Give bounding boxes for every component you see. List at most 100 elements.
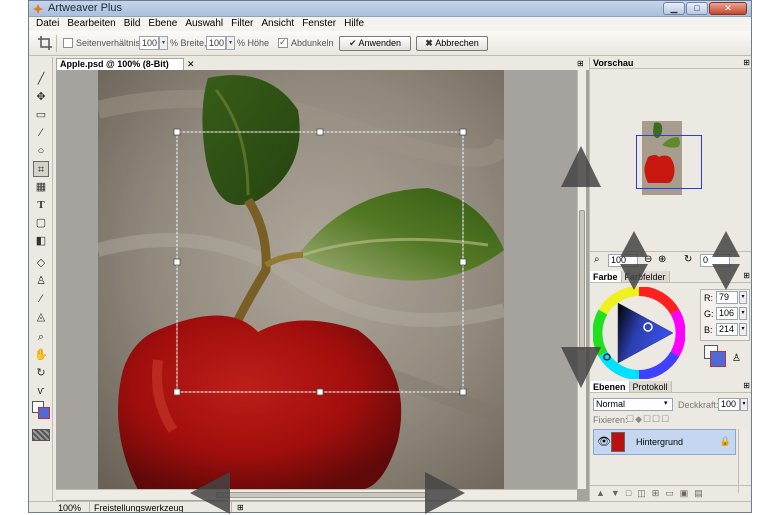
zoom-out-icon[interactable]: ⊖ bbox=[644, 254, 652, 265]
rect-select-tool-icon[interactable]: ▭ bbox=[33, 107, 49, 123]
hand-tool-icon[interactable]: ✋ bbox=[33, 347, 49, 363]
color-panel: Farbe Farbfelder ⊞ R: 79 ▾ G: 106 ▾ B: 2… bbox=[589, 271, 751, 381]
red-spin-icon[interactable]: ▾ bbox=[739, 291, 747, 304]
lock-options-icons[interactable]: ☐◆☐☐☐ bbox=[626, 414, 670, 425]
zoom-tool-icon[interactable]: ⌕ bbox=[33, 329, 49, 345]
stamp-color-icon[interactable]: ♙ bbox=[732, 353, 741, 364]
width-percent-input[interactable]: 100 bbox=[139, 36, 159, 50]
cancel-button[interactable]: ✖ Abbrechen bbox=[416, 36, 488, 51]
minimize-button[interactable]: ▁ bbox=[663, 2, 685, 15]
layer-name: Hintergrund bbox=[636, 437, 684, 447]
close-button[interactable]: ✕ bbox=[709, 2, 747, 15]
toolbox: ╱ ✥ ▭ ⁄ ○ ⌗ ▦ T ▢ ◧ ◇ ♙ ⁄ ◬ ⌕ ✋ ↻ ѵ bbox=[29, 57, 53, 501]
tab-ebenen[interactable]: Ebenen bbox=[590, 381, 630, 392]
tab-farbe[interactable]: Farbe bbox=[590, 271, 622, 282]
layers-panel-tabs: Ebenen Protokoll bbox=[590, 381, 751, 393]
preview-viewport-frame[interactable] bbox=[636, 135, 702, 189]
move-tool-icon[interactable]: ✥ bbox=[33, 89, 49, 105]
menu-filter[interactable]: Filter bbox=[227, 17, 257, 31]
blue-spin-icon[interactable]: ▾ bbox=[739, 323, 747, 336]
preview-zoom-input[interactable]: 100 bbox=[608, 254, 638, 267]
color-wheel[interactable] bbox=[593, 287, 685, 379]
opacity-input[interactable]: 100 bbox=[718, 398, 740, 411]
grid-tool-icon[interactable]: ▦ bbox=[33, 179, 49, 195]
menu-ebene[interactable]: Ebene bbox=[144, 17, 181, 31]
preview-panel: Vorschau ⊞ ⌕ 100 ⊖ ⊕ ↻ 0 bbox=[589, 57, 751, 271]
zoom-in-icon[interactable]: ⊕ bbox=[658, 254, 666, 265]
width-dropdown-icon[interactable]: ▾ bbox=[159, 36, 168, 50]
navigator-toggle-icon[interactable]: ⊞ bbox=[237, 502, 244, 512]
brush-tool-icon[interactable]: ╱ bbox=[33, 71, 49, 87]
text-tool-icon[interactable]: T bbox=[33, 197, 49, 213]
preview-panel-menu-icon[interactable]: ⊞ bbox=[743, 57, 750, 69]
menu-bar: Datei Bearbeiten Bild Ebene Auswahl Filt… bbox=[29, 17, 751, 31]
smudge-tool-icon[interactable]: ѵ bbox=[33, 383, 49, 399]
stamp-tool-icon[interactable]: ♙ bbox=[33, 273, 49, 289]
eyedropper-tool-icon[interactable]: ⁄ bbox=[33, 291, 49, 307]
height-percent-label: % Höhe bbox=[237, 38, 270, 48]
magic-wand-tool-icon[interactable]: ⁄ bbox=[33, 125, 49, 141]
layer-lock-icon: 🔒 bbox=[719, 436, 731, 446]
menu-bild[interactable]: Bild bbox=[120, 17, 145, 31]
texture-icon[interactable] bbox=[32, 429, 50, 441]
panel-foreground-swatch[interactable] bbox=[710, 351, 726, 367]
layer-action-icons[interactable]: ▲▼□◫⊞▭▣▤ bbox=[590, 485, 751, 501]
app-logo-icon bbox=[33, 4, 43, 14]
document-close-icon[interactable]: ✕ bbox=[187, 58, 195, 70]
preview-panel-header: Vorschau ⊞ bbox=[590, 57, 751, 69]
menu-ansicht[interactable]: Ansicht bbox=[257, 17, 298, 31]
layer-visibility-eye-icon[interactable]: 👁 bbox=[597, 435, 611, 448]
tab-farbfelder[interactable]: Farbfelder bbox=[621, 271, 670, 282]
vertical-scroll-thumb[interactable] bbox=[579, 210, 585, 350]
menu-bearbeiten[interactable]: Bearbeiten bbox=[63, 17, 119, 31]
x-icon: ✖ bbox=[425, 38, 436, 48]
layers-scrollbar[interactable] bbox=[738, 429, 747, 493]
blend-mode-select[interactable]: Normal bbox=[593, 398, 673, 411]
opacity-dropdown-icon[interactable]: ▾ bbox=[740, 398, 748, 411]
height-percent-input[interactable]: 100 bbox=[206, 36, 226, 50]
rotate-tool-icon[interactable]: ↻ bbox=[33, 365, 49, 381]
rotate-view-icon[interactable]: ↻ bbox=[684, 254, 692, 265]
maximize-button[interactable]: □ bbox=[686, 2, 708, 15]
tab-protokoll[interactable]: Protokoll bbox=[629, 381, 672, 392]
horizontal-scroll-thumb[interactable] bbox=[216, 492, 426, 498]
vertical-scrollbar[interactable] bbox=[577, 70, 586, 489]
menu-auswahl[interactable]: Auswahl bbox=[181, 17, 227, 31]
document-menu-icon[interactable]: ⊞ bbox=[577, 59, 584, 68]
color-panel-menu-icon[interactable]: ⊞ bbox=[743, 271, 750, 280]
aspect-ratio-label: Seitenverhältnis: bbox=[76, 38, 143, 48]
green-label: G: bbox=[704, 309, 714, 319]
foreground-color-swatch[interactable] bbox=[38, 407, 50, 419]
blue-value-input[interactable]: 214 bbox=[716, 323, 738, 336]
layer-row-hintergrund[interactable]: 👁 Hintergrund 🔒 bbox=[593, 429, 736, 455]
apply-button[interactable]: ✔ Anwenden bbox=[339, 36, 411, 51]
title-bar: Artweaver Plus ▁ □ ✕ bbox=[29, 1, 751, 17]
preview-rotation-input[interactable]: 0 bbox=[700, 254, 730, 267]
menu-hilfe[interactable]: Hilfe bbox=[340, 17, 368, 31]
lock-label: Fixieren: bbox=[593, 415, 628, 425]
menu-datei[interactable]: Datei bbox=[32, 17, 63, 31]
horizontal-scrollbar[interactable] bbox=[56, 489, 577, 500]
green-spin-icon[interactable]: ▾ bbox=[739, 307, 747, 320]
blend-mode-dropdown-icon[interactable]: ▾ bbox=[664, 399, 668, 407]
preview-controls: ⌕ 100 ⊖ ⊕ ↻ 0 bbox=[590, 251, 751, 269]
menu-fenster[interactable]: Fenster bbox=[298, 17, 340, 31]
document-tab[interactable]: Apple.psd @ 100% (8-Bit) bbox=[56, 58, 184, 70]
red-value-input[interactable]: 79 bbox=[716, 291, 738, 304]
image-canvas[interactable] bbox=[98, 70, 504, 490]
eraser-tool-icon[interactable]: ◇ bbox=[33, 255, 49, 271]
height-dropdown-icon[interactable]: ▾ bbox=[226, 36, 235, 50]
shape-tool-icon[interactable]: ▢ bbox=[33, 215, 49, 231]
green-value-input[interactable]: 106 bbox=[716, 307, 738, 320]
aspect-ratio-checkbox[interactable] bbox=[63, 38, 73, 48]
gradient-tool-icon[interactable]: ◧ bbox=[33, 233, 49, 249]
crop-tool-button-icon[interactable]: ⌗ bbox=[33, 161, 49, 177]
layers-panel-menu-icon[interactable]: ⊞ bbox=[743, 381, 750, 390]
darken-checkbox[interactable] bbox=[278, 37, 288, 48]
document-area bbox=[56, 70, 605, 501]
lasso-tool-icon[interactable]: ○ bbox=[33, 143, 49, 159]
cancel-button-label: Abbrechen bbox=[435, 38, 479, 48]
zoom-level: 100% bbox=[56, 502, 90, 512]
fill-tool-icon[interactable]: ◬ bbox=[33, 309, 49, 325]
color-panel-tabs: Farbe Farbfelder bbox=[590, 271, 751, 283]
